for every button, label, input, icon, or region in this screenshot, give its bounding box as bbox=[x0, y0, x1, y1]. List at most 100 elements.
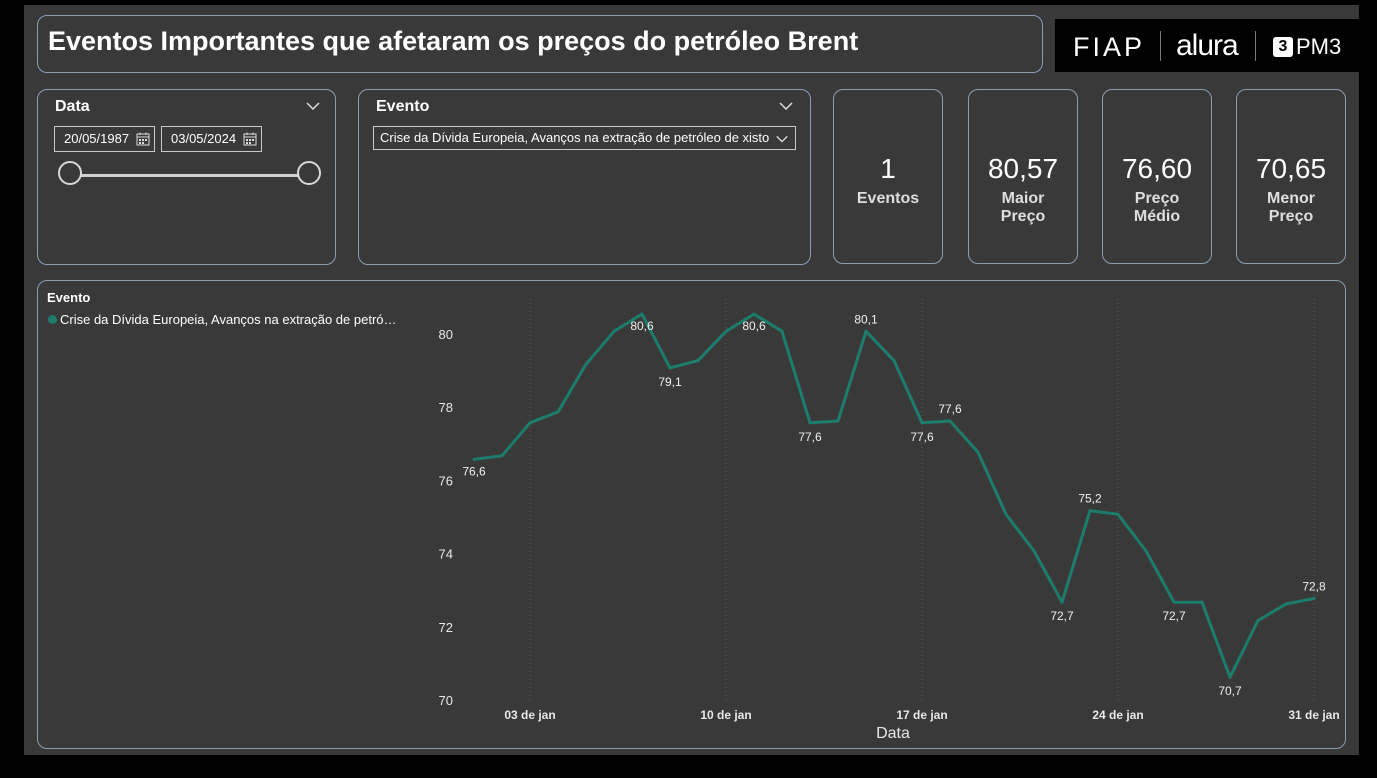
data-point bbox=[864, 329, 868, 333]
data-point bbox=[612, 329, 616, 333]
date-slicer: Data 20/05/1987 03/05/2024 bbox=[37, 89, 336, 265]
chevron-down-icon[interactable] bbox=[778, 98, 794, 114]
alura-logo: alura bbox=[1176, 29, 1239, 62]
kpi-value: 1 bbox=[880, 153, 896, 184]
data-point bbox=[640, 312, 644, 316]
kpi-card-events: 1 Eventos bbox=[833, 89, 943, 264]
event-dropdown[interactable]: Crise da Dívida Europeia, Avanços na ext… bbox=[373, 126, 796, 150]
x-tick-label: 24 de jan bbox=[1092, 708, 1143, 722]
kpi-label: Preço Médio bbox=[1133, 190, 1181, 225]
kpi-value: 70,65 bbox=[1255, 153, 1327, 184]
data-label: 77,6 bbox=[938, 402, 962, 416]
start-date-value: 20/05/1987 bbox=[64, 131, 130, 146]
data-point bbox=[1256, 618, 1260, 622]
dashboard-canvas: Eventos Importantes que afetaram os preç… bbox=[24, 5, 1359, 755]
end-date-input[interactable]: 03/05/2024 bbox=[161, 126, 262, 152]
data-point bbox=[500, 454, 504, 458]
data-label: 72,8 bbox=[1302, 580, 1326, 594]
pm3-mark: 3 bbox=[1273, 37, 1293, 57]
kpi-label: Eventos bbox=[856, 190, 920, 207]
data-label: 72,7 bbox=[1050, 609, 1074, 623]
data-point bbox=[1200, 600, 1204, 604]
data-point bbox=[808, 421, 812, 425]
data-label: 80,6 bbox=[630, 319, 654, 333]
data-point bbox=[1088, 509, 1092, 513]
logo-divider bbox=[1255, 31, 1256, 61]
event-slicer: Evento Crise da Dívida Europeia, Avanços… bbox=[358, 89, 811, 265]
price-chart-card: Evento Crise da Dívida Europeia, Avanços… bbox=[37, 280, 1346, 749]
y-tick-label: 76 bbox=[439, 473, 453, 488]
event-slicer-title: Evento bbox=[376, 98, 430, 115]
data-point bbox=[1228, 675, 1232, 679]
chevron-down-icon[interactable] bbox=[305, 98, 321, 114]
title-card: Eventos Importantes que afetaram os preç… bbox=[37, 15, 1043, 73]
x-tick-label: 10 de jan bbox=[700, 708, 751, 722]
data-point bbox=[724, 329, 728, 333]
data-label: 80,6 bbox=[742, 319, 766, 333]
data-point bbox=[836, 419, 840, 423]
price-line-chart: 80 78 76 74 72 70 03 de jan 10 de jan 17 de jan 2… bbox=[439, 299, 1340, 742]
kpi-card-avg-price: 76,60 Preço Médio bbox=[1102, 89, 1212, 264]
data-point bbox=[1060, 600, 1064, 604]
data-point bbox=[780, 329, 784, 333]
date-range-slider[interactable] bbox=[68, 174, 308, 177]
fiap-logo: FIAP bbox=[1073, 32, 1146, 62]
kpi-label: Menor Preço bbox=[1267, 190, 1315, 225]
logo-divider bbox=[1160, 31, 1161, 61]
kpi-value: 80,57 bbox=[987, 153, 1059, 184]
data-point bbox=[920, 421, 924, 425]
data-label: 80,1 bbox=[854, 312, 878, 326]
end-date-value: 03/05/2024 bbox=[171, 131, 237, 146]
event-dropdown-value: Crise da Dívida Europeia, Avanços na ext… bbox=[380, 130, 770, 145]
data-point bbox=[472, 457, 476, 461]
data-point bbox=[528, 421, 532, 425]
data-label: 72,7 bbox=[1162, 609, 1186, 623]
y-tick-label: 78 bbox=[439, 400, 453, 415]
data-point bbox=[1116, 512, 1120, 516]
data-point bbox=[1032, 549, 1036, 553]
data-point bbox=[668, 366, 672, 370]
chevron-down-icon[interactable] bbox=[775, 132, 789, 146]
y-tick-label: 72 bbox=[439, 620, 453, 635]
data-label: 76,6 bbox=[462, 464, 486, 478]
data-label: 79,1 bbox=[658, 375, 682, 389]
data-point bbox=[1284, 602, 1288, 606]
calendar-icon[interactable] bbox=[243, 132, 257, 146]
calendar-icon[interactable] bbox=[136, 132, 150, 146]
data-point bbox=[696, 359, 700, 363]
x-tick-label: 17 de jan bbox=[896, 708, 947, 722]
price-series-line bbox=[473, 312, 1315, 679]
data-point bbox=[948, 419, 952, 423]
y-tick-label: 74 bbox=[439, 547, 453, 562]
data-point bbox=[1004, 512, 1008, 516]
x-tick-label: 03 de jan bbox=[504, 708, 555, 722]
data-point bbox=[556, 410, 560, 414]
x-tick-label: 31 de jan bbox=[1288, 708, 1339, 722]
slider-end-handle[interactable] bbox=[297, 161, 321, 185]
data-point bbox=[1312, 597, 1316, 601]
data-label: 70,7 bbox=[1218, 684, 1242, 698]
kpi-value: 76,60 bbox=[1121, 153, 1193, 184]
data-point bbox=[752, 312, 756, 316]
pm3-text: PM3 bbox=[1296, 34, 1342, 59]
slider-start-handle[interactable] bbox=[58, 161, 82, 185]
start-date-input[interactable]: 20/05/1987 bbox=[54, 126, 155, 152]
data-label: 75,2 bbox=[1078, 492, 1102, 506]
kpi-card-min-price: 70,65 Menor Preço bbox=[1236, 89, 1346, 264]
data-point bbox=[892, 359, 896, 363]
data-point bbox=[1144, 549, 1148, 553]
y-tick-label: 80 bbox=[439, 327, 453, 342]
data-point bbox=[584, 362, 588, 366]
pm3-logo: 3 PM3 bbox=[1273, 34, 1341, 60]
date-slicer-title: Data bbox=[55, 98, 90, 115]
data-label: 77,6 bbox=[910, 430, 934, 444]
kpi-card-max-price: 80,57 Maior Preço bbox=[968, 89, 1078, 264]
y-tick-label: 70 bbox=[439, 693, 453, 708]
data-point bbox=[976, 450, 980, 454]
kpi-label: Maior Preço bbox=[1000, 190, 1046, 225]
page-title: Eventos Importantes que afetaram os preç… bbox=[48, 26, 859, 56]
x-axis-title: Data bbox=[876, 725, 910, 742]
data-label: 77,6 bbox=[798, 430, 822, 444]
data-point bbox=[1172, 600, 1176, 604]
logo-bar: FIAP alura 3 PM3 bbox=[1055, 19, 1359, 72]
